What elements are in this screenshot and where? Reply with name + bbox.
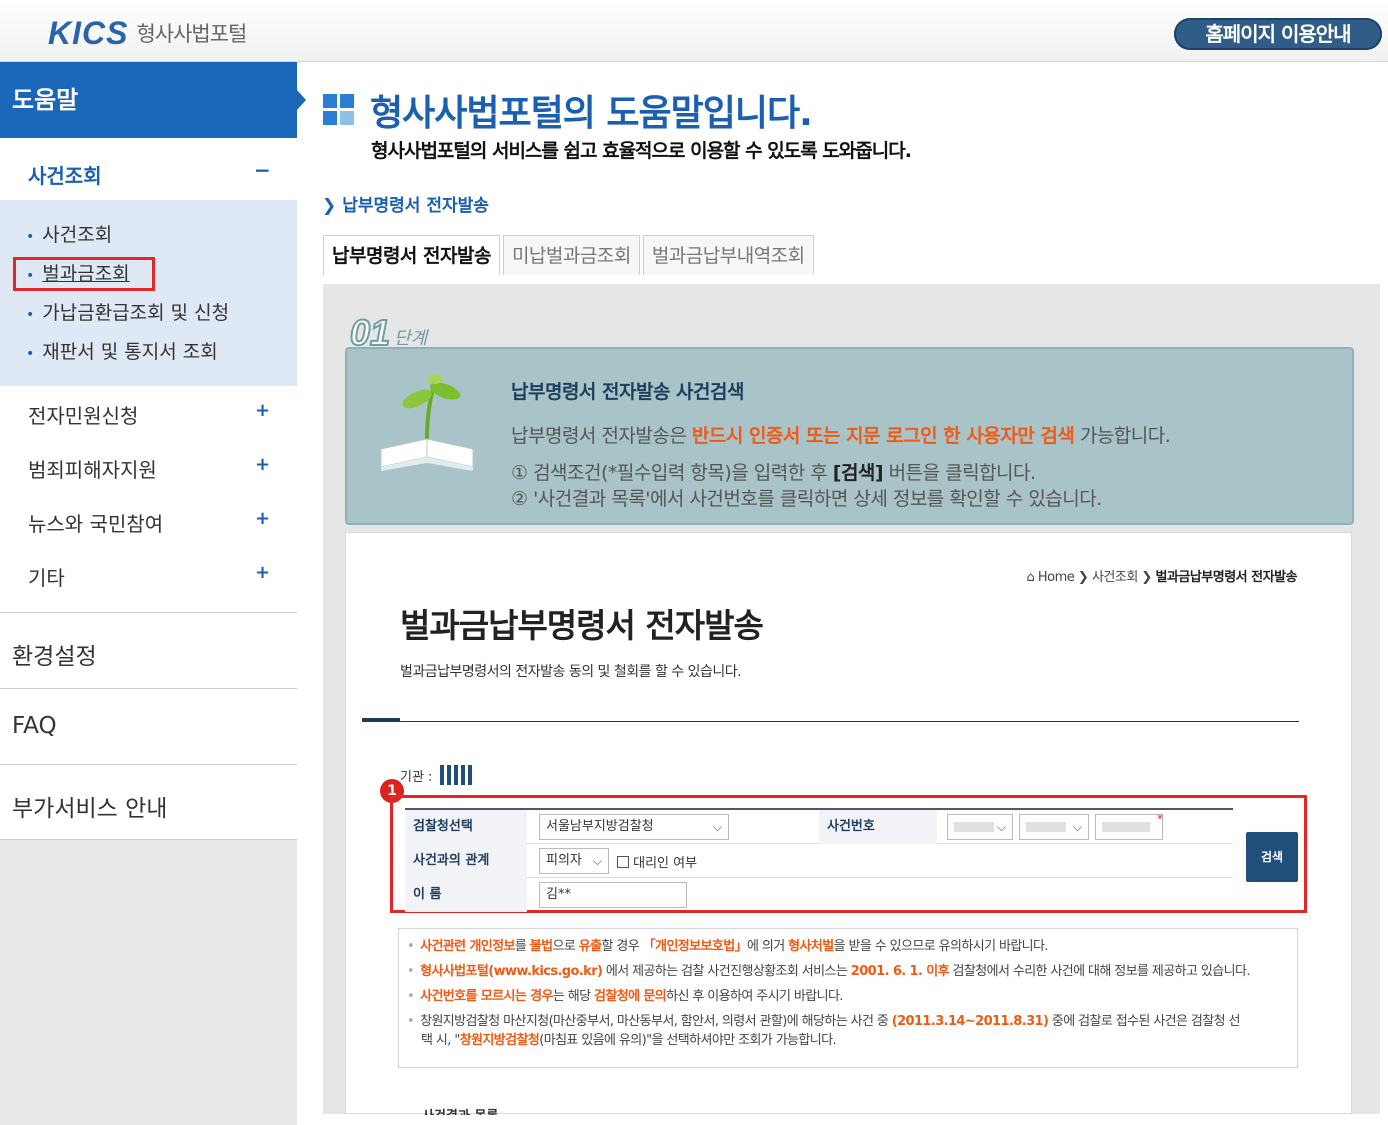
notice-item-cont: 택 시, "창원지방검찰청(마침표 있음에 유의)"을 선택하셔야만 조회가 가… bbox=[421, 1033, 837, 1048]
chevron-down-icon: ⌵ bbox=[592, 854, 602, 868]
sidebar-item-victim-support[interactable]: 범죄피해자지원 + bbox=[0, 440, 297, 494]
expand-icon[interactable]: + bbox=[255, 508, 270, 529]
chevron-down-icon: ⌵ bbox=[712, 820, 722, 834]
case-year-select[interactable]: ⌵ bbox=[947, 814, 1013, 840]
collapse-icon[interactable]: − bbox=[254, 158, 271, 182]
sidebar-item-e-petition[interactable]: 전자민원신청 + bbox=[0, 386, 297, 440]
notice-box: • 사건관련 개인정보를 불법으로 유출할 경우 「개인정보보호법」에 의거 형사… bbox=[398, 928, 1298, 1068]
case-number-input[interactable] bbox=[1095, 814, 1163, 840]
search-form: 검찰청선택 서울남부지방검찰청 ⌵ 사건번호 ⌵ ⌵ * 사건과의 관계 피의자… bbox=[405, 808, 1233, 912]
step-heading: 납부명령서 전자발송 사건검색 bbox=[511, 381, 744, 403]
sidebar-item-extra-services[interactable]: 부가서비스 안내 bbox=[0, 764, 297, 840]
page-subtitle: 형사사법포털의 서비스를 쉽고 효율적으로 이용할 수 있도록 도와줍니다. bbox=[371, 140, 912, 162]
submenu-item-provisional-refund[interactable]: • 가납금환급조회 및 신청 bbox=[26, 298, 229, 325]
sidebar-item-label: 사건조회 bbox=[28, 164, 102, 188]
logo-name: 형사사법포털 bbox=[136, 22, 247, 46]
org-label: 기관 : bbox=[400, 765, 473, 785]
expand-icon[interactable]: + bbox=[255, 454, 270, 475]
sidebar-item-case-search[interactable]: 사건조회 − bbox=[0, 138, 297, 200]
required-mark: * bbox=[1157, 812, 1163, 826]
name-label: 이 름 bbox=[405, 878, 527, 912]
case-number-label: 사건번호 bbox=[819, 810, 937, 844]
page-title: 형사사법포털의 도움말입니다. bbox=[370, 93, 813, 134]
tab-e-delivery[interactable]: 납부명령서 전자발송 bbox=[323, 235, 500, 275]
notice-item: • 형사사법포털(www.kics.go.kr) 에서 제공하는 검찰 사건진행상… bbox=[407, 964, 1250, 979]
chevron-down-icon: ⌵ bbox=[1072, 820, 1082, 834]
office-label: 검찰청선택 bbox=[405, 810, 527, 844]
org-logo-icon bbox=[440, 765, 473, 785]
kics-logo[interactable]: KICS 형사사법포털 bbox=[48, 14, 247, 51]
sidebar-item-news[interactable]: 뉴스와 국민참여 + bbox=[0, 494, 297, 548]
step-description: 납부명령서 전자발송은 반드시 인증서 또는 지문 로그인 한 사용자만 검색 … bbox=[511, 425, 1171, 447]
home-icon: ⌂ bbox=[1026, 570, 1035, 585]
notice-item: • 사건관련 개인정보를 불법으로 유출할 경우 「개인정보보호법」에 의거 형사… bbox=[407, 939, 1049, 954]
chevron-down-icon: ⌵ bbox=[996, 820, 1006, 834]
tab-payment-history[interactable]: 벌과금납부내역조회 bbox=[642, 235, 814, 275]
top-header: KICS 형사사법포털 홈페이지 이용안내 bbox=[0, 0, 1388, 62]
tab-bar: 납부명령서 전자발송 미납벌과금조회 벌과금납부내역조회 bbox=[323, 235, 817, 275]
step-instruction-1: ① 검색조건(*필수입력 항목)을 입력한 후 [검색] 버튼을 클릭합니다. bbox=[511, 462, 1036, 484]
book-sprout-icon bbox=[380, 374, 474, 471]
results-heading: 사건결과 목록 bbox=[422, 1105, 498, 1115]
chevron-right-icon: ❯ bbox=[322, 196, 337, 216]
notice-item: • 창원지방검찰청 마산지청(마산중부서, 마산동부서, 함안서, 의령서 관할)… bbox=[407, 1014, 1241, 1029]
agent-checkbox[interactable]: 대리인 여부 bbox=[617, 852, 697, 871]
sidebar-item-etc[interactable]: 기타 + bbox=[0, 548, 297, 602]
relation-label: 사건과의 관계 bbox=[405, 844, 527, 878]
sidebar-title: 도움말 bbox=[0, 62, 306, 138]
notice-item: • 사건번호를 모르시는 경우는 해당 검찰청에 문의하신 후 이용하여 주시기 … bbox=[407, 989, 843, 1004]
inner-page-desc: 벌과금납부명령서의 전자발송 동의 및 철회를 할 수 있습니다. bbox=[400, 664, 742, 680]
inner-page-title: 벌과금납부명령서 전자발송 bbox=[400, 606, 764, 645]
bullet-icon: • bbox=[26, 229, 35, 245]
submenu-item-judgment-notice[interactable]: • 재판서 및 통지서 조회 bbox=[26, 337, 218, 364]
divider bbox=[362, 721, 1299, 722]
case-type-select[interactable]: ⌵ bbox=[1019, 814, 1089, 840]
step-instruction-2: ② '사건결과 목록'에서 사건번호를 클릭하면 상세 정보를 확인할 수 있습… bbox=[511, 488, 1102, 510]
search-form-highlight: 검찰청선택 서울남부지방검찰청 ⌵ 사건번호 ⌵ ⌵ * 사건과의 관계 피의자… bbox=[390, 795, 1307, 913]
embedded-page: ⌂ Home ❯ 사건조회 ❯ 벌과금납부명령서 전자발송 벌과금납부명령서 전… bbox=[345, 532, 1352, 1115]
homepage-guide-button[interactable]: 홈페이지 이용안내 bbox=[1174, 18, 1382, 50]
bullet-icon: • bbox=[26, 307, 35, 323]
office-select[interactable]: 서울남부지방검찰청 ⌵ bbox=[539, 814, 729, 840]
logo-brand: KICS bbox=[48, 14, 129, 51]
sidebar-item-faq[interactable]: FAQ bbox=[0, 688, 297, 764]
submenu: • 사건조회 • 벌과금조회 • 가납금환급조회 및 신청 • 재판서 및 통지서 조회 bbox=[0, 200, 297, 386]
sidebar: 도움말 사건조회 − • 사건조회 • 벌과금조회 • 가납금환급조회 및 신청 • 재… bbox=[0, 62, 306, 1125]
sidebar-item-settings[interactable]: 환경설정 bbox=[0, 612, 297, 688]
bullet-icon: • bbox=[26, 346, 35, 362]
relation-select[interactable]: 피의자 ⌵ bbox=[539, 848, 609, 874]
highlight-box bbox=[13, 257, 155, 291]
divider-accent bbox=[362, 718, 400, 722]
checkbox-icon[interactable] bbox=[617, 856, 629, 868]
title-squares-icon bbox=[323, 94, 355, 126]
name-input[interactable]: 김** bbox=[539, 882, 687, 908]
search-button[interactable]: 검색 bbox=[1246, 832, 1298, 882]
step-box: 납부명령서 전자발송 사건검색 납부명령서 전자발송은 반드시 인증서 또는 지… bbox=[345, 347, 1354, 525]
expand-icon[interactable]: + bbox=[255, 400, 270, 421]
tab-unpaid-fines[interactable]: 미납벌과금조회 bbox=[502, 235, 640, 275]
breadcrumb: ❯ 납부명령서 전자발송 bbox=[322, 196, 489, 216]
location-path: ⌂ Home ❯ 사건조회 ❯ 벌과금납부명령서 전자발송 bbox=[1026, 570, 1297, 585]
expand-icon[interactable]: + bbox=[255, 562, 270, 583]
submenu-item-case-search[interactable]: • 사건조회 bbox=[26, 220, 112, 247]
